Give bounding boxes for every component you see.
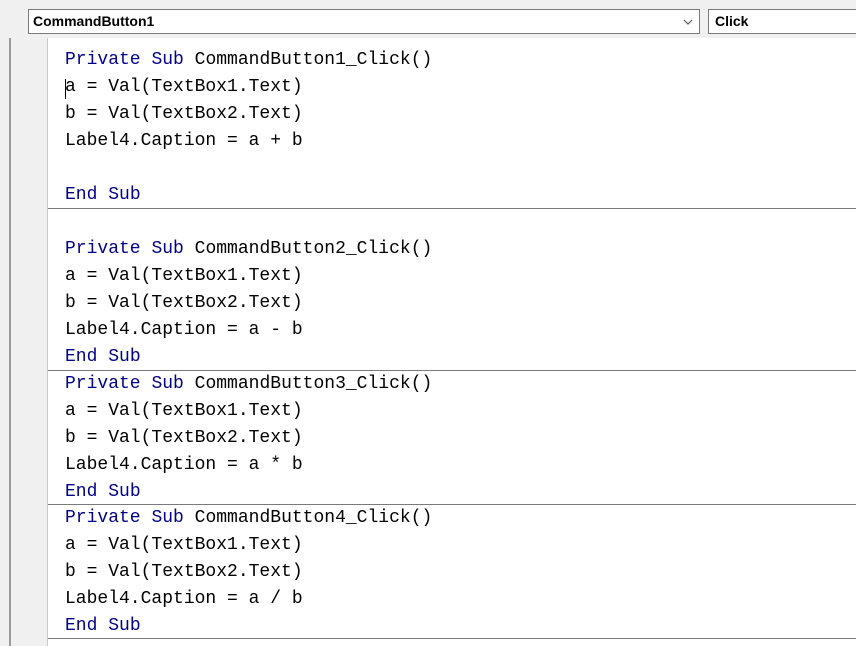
keyword-private: Private xyxy=(65,374,141,394)
keyword-sub: Sub xyxy=(108,482,141,502)
keyword-sub: Sub xyxy=(108,185,141,205)
keyword-private: Private xyxy=(65,239,141,259)
keyword-private: Private xyxy=(65,50,141,70)
code-line[interactable]: a = Val(TextBox1.Text) xyxy=(65,398,303,425)
margin-indicator-bar[interactable] xyxy=(11,38,47,646)
object-combo-value: CommandButton1 xyxy=(33,13,155,29)
code-editor[interactable]: Private Sub CommandButton1_Click() a = V… xyxy=(9,38,856,646)
keyword-private: Private xyxy=(65,508,141,528)
procedure-combo-value: Click xyxy=(715,13,749,29)
code-line[interactable]: Label4.Caption = a + b xyxy=(65,128,303,155)
keyword-sub: Sub xyxy=(108,347,141,367)
code-line[interactable]: Private Sub CommandButton2_Click() xyxy=(65,236,432,263)
code-line[interactable]: Label4.Caption = a * b xyxy=(65,452,303,479)
code-line[interactable]: b = Val(TextBox2.Text) xyxy=(65,290,303,317)
object-combo[interactable]: CommandButton1 xyxy=(28,9,700,34)
code-line[interactable]: Label4.Caption = a - b xyxy=(65,317,303,344)
keyword-sub: Sub xyxy=(151,508,184,528)
keyword-sub: Sub xyxy=(108,616,141,636)
code-line[interactable]: End Sub xyxy=(65,479,141,506)
code-line[interactable]: a = Val(TextBox1.Text) xyxy=(65,74,303,101)
code-line[interactable]: Label4.Caption = a / b xyxy=(65,586,303,613)
code-area[interactable]: Private Sub CommandButton1_Click() a = V… xyxy=(48,38,856,646)
code-line[interactable]: Private Sub CommandButton3_Click() xyxy=(65,371,432,398)
procedure-name: CommandButton1_Click() xyxy=(194,50,433,70)
code-line[interactable]: b = Val(TextBox2.Text) xyxy=(65,101,303,128)
keyword-end: End xyxy=(65,482,98,502)
procedure-name: CommandButton3_Click() xyxy=(194,374,433,394)
code-line[interactable]: b = Val(TextBox2.Text) xyxy=(65,425,303,452)
chevron-down-icon[interactable] xyxy=(677,10,699,33)
code-line[interactable]: End Sub xyxy=(65,182,141,209)
keyword-sub: Sub xyxy=(151,239,184,259)
code-line[interactable]: a = Val(TextBox1.Text) xyxy=(65,263,303,290)
keyword-end: End xyxy=(65,347,98,367)
procedure-separator xyxy=(48,208,856,209)
code-line[interactable]: Private Sub CommandButton1_Click() xyxy=(65,47,432,74)
procedure-separator xyxy=(48,638,856,639)
procedure-name: CommandButton2_Click() xyxy=(194,239,433,259)
keyword-sub: Sub xyxy=(151,50,184,70)
code-line[interactable]: Private Sub CommandButton4_Click() xyxy=(65,505,432,532)
keyword-sub: Sub xyxy=(151,374,184,394)
keyword-end: End xyxy=(65,616,98,636)
procedure-name: CommandButton4_Click() xyxy=(194,508,433,528)
code-window-toolbar: CommandButton1 Click xyxy=(0,0,856,38)
code-line[interactable]: End Sub xyxy=(65,613,141,640)
procedure-combo[interactable]: Click xyxy=(708,9,856,34)
keyword-end: End xyxy=(65,185,98,205)
code-line[interactable]: a = Val(TextBox1.Text) xyxy=(65,532,303,559)
code-line[interactable]: b = Val(TextBox2.Text) xyxy=(65,559,303,586)
code-line[interactable]: End Sub xyxy=(65,344,141,371)
